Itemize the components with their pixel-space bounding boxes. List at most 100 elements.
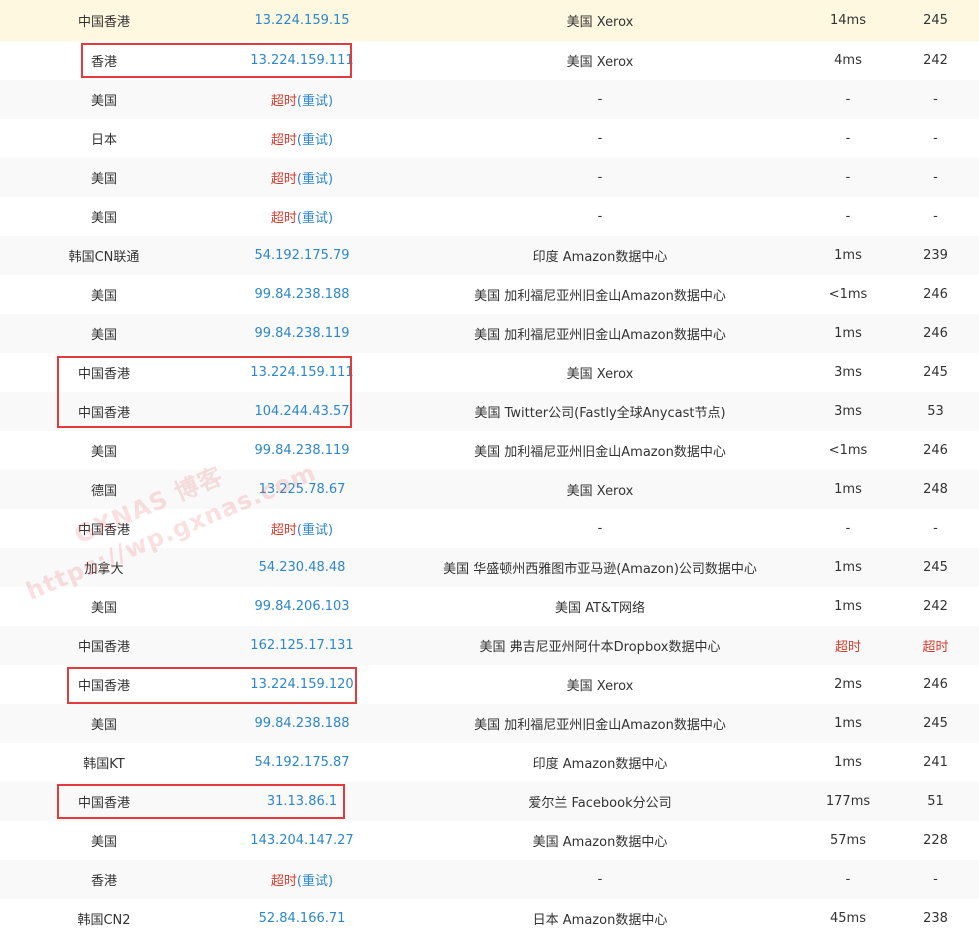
ttl: - — [933, 209, 938, 224]
node-location: 美国 — [90, 211, 117, 226]
latency: - — [845, 92, 851, 107]
table-row: 中国香港 162.125.17.131 美国 弗吉尼亚州阿什本Dropbox数据中心… — [0, 626, 979, 665]
retry-link[interactable]: 重试 — [302, 94, 328, 109]
latency: - — [845, 521, 851, 536]
resolved-location: 美国 加利福尼亚州旧金山Amazon数据中心 — [474, 289, 726, 304]
table-row: 美国 超时(重试) - - - — [0, 158, 979, 197]
latency: 1ms — [834, 755, 862, 770]
latency: 1ms — [834, 482, 862, 497]
ttl: 246 — [923, 326, 948, 341]
table-row: 美国 99.84.238.188 美国 加利福尼亚州旧金山Amazon数据中心 <1m… — [0, 275, 979, 314]
retry-paren: ) — [328, 523, 334, 538]
node-location: 中国香港 — [77, 406, 130, 421]
ip-address-link[interactable]: 99.84.238.119 — [208, 326, 396, 341]
node-location: 美国 — [90, 445, 117, 460]
table-row: 香港 超时(重试) - - - — [0, 860, 979, 899]
table-row: 美国 143.204.147.27 美国 Amazon数据中心 57ms 228 — [0, 821, 979, 860]
latency: 4ms — [834, 53, 862, 68]
timeout-label: 超时 — [270, 133, 297, 148]
ip-address-link[interactable]: 54.230.48.48 — [208, 560, 396, 575]
resolved-location: 美国 华盛顿州西雅图市亚马逊(Amazon)公司数据中心 — [443, 562, 757, 577]
retry-link[interactable]: 重试 — [302, 172, 328, 187]
table-row: 韩国KT 54.192.175.87 印度 Amazon数据中心 1ms 241 — [0, 743, 979, 782]
table-row: 中国香港 13.224.159.111 美国 Xerox 3ms 245 — [0, 353, 979, 392]
resolved-location: 美国 加利福尼亚州旧金山Amazon数据中心 — [474, 445, 726, 460]
node-location: 中国香港 — [77, 640, 130, 655]
ip-address-link[interactable]: 143.204.147.27 — [208, 833, 396, 848]
ip-address-link[interactable]: 13.224.159.15 — [208, 13, 396, 28]
retry-paren: ) — [328, 211, 334, 226]
table-row: 美国 99.84.238.119 美国 加利福尼亚州旧金山Amazon数据中心 <1m… — [0, 431, 979, 470]
latency: - — [845, 131, 851, 146]
table-row: 韩国CN2 52.84.166.71 日本 Amazon数据中心 45ms 238 — [0, 899, 979, 938]
ip-address-link[interactable]: 99.84.206.103 — [208, 599, 396, 614]
resolved-location: 美国 Xerox — [566, 15, 634, 30]
ttl: 246 — [923, 443, 948, 458]
ip-address-link[interactable]: 31.13.86.1 — [208, 794, 396, 809]
ip-address-link[interactable]: 52.84.166.71 — [208, 911, 396, 926]
retry-link[interactable]: 重试 — [302, 133, 328, 148]
ping-results-table: 中国香港 13.224.159.15 美国 Xerox 14ms 245 香港 13.224… — [0, 0, 979, 938]
resolved-location: - — [597, 131, 603, 146]
ip-address-link[interactable]: 13.224.159.111 — [208, 365, 396, 380]
latency: 57ms — [830, 833, 866, 848]
retry-paren: ) — [328, 94, 334, 109]
node-location: 中国香港 — [77, 367, 130, 382]
table-row: 美国 99.84.238.119 美国 加利福尼亚州旧金山Amazon数据中心 1ms… — [0, 314, 979, 353]
resolved-location: 美国 Twitter公司(Fastly全球Anycast节点) — [474, 406, 726, 421]
resolved-location: - — [597, 209, 603, 224]
ttl: 238 — [923, 911, 948, 926]
retry-paren: ) — [328, 172, 334, 187]
resolved-location: - — [597, 872, 603, 887]
latency: - — [845, 170, 851, 185]
ip-address-link[interactable]: 99.84.238.119 — [208, 443, 396, 458]
resolved-location: 美国 Xerox — [566, 55, 634, 70]
resolved-location: 美国 加利福尼亚州旧金山Amazon数据中心 — [474, 328, 726, 343]
resolved-location: - — [597, 170, 603, 185]
ip-address-link[interactable]: 13.224.159.111 — [208, 53, 396, 68]
node-location: 美国 — [90, 172, 117, 187]
ip-address-link[interactable]: 54.192.175.87 — [208, 755, 396, 770]
ip-address-link[interactable]: 99.84.238.188 — [208, 716, 396, 731]
latency: 2ms — [834, 677, 862, 692]
node-location: 韩国CN联通 — [68, 250, 140, 265]
retry-paren: ) — [328, 133, 334, 148]
ttl: - — [933, 170, 938, 185]
ip-address-link[interactable]: 162.125.17.131 — [208, 638, 396, 653]
ip-cell: 超时(重试) — [208, 519, 396, 538]
latency: 14ms — [830, 13, 866, 28]
ip-cell: 超时(重试) — [208, 129, 396, 148]
ip-cell: 超时(重试) — [208, 168, 396, 187]
ttl: 51 — [927, 794, 944, 809]
ttl: 242 — [923, 53, 948, 68]
node-location: 韩国CN2 — [77, 913, 131, 928]
latency: 1ms — [834, 326, 862, 341]
retry-paren: ) — [328, 874, 334, 889]
node-location: 美国 — [90, 94, 117, 109]
table-row: 中国香港 13.224.159.120 美国 Xerox 2ms 246 — [0, 665, 979, 704]
retry-link[interactable]: 重试 — [302, 874, 328, 889]
node-location: 香港 — [90, 874, 117, 889]
table-row: 美国 超时(重试) - - - — [0, 197, 979, 236]
ttl: 248 — [923, 482, 948, 497]
resolved-location: 美国 AT&T网络 — [554, 601, 646, 616]
ip-address-link[interactable]: 13.224.159.120 — [208, 677, 396, 692]
table-row: 中国香港 104.244.43.57 美国 Twitter公司(Fastly全球An… — [0, 392, 979, 431]
ip-address-link[interactable]: 104.244.43.57 — [208, 404, 396, 419]
ttl: 245 — [923, 560, 948, 575]
timeout-label: 超时 — [270, 211, 297, 226]
ttl: 超时 — [922, 640, 949, 655]
resolved-location: 美国 Amazon数据中心 — [532, 835, 668, 850]
ttl: 246 — [923, 677, 948, 692]
ip-address-link[interactable]: 54.192.175.79 — [208, 248, 396, 263]
retry-link[interactable]: 重试 — [302, 523, 328, 538]
ip-address-link[interactable]: 99.84.238.188 — [208, 287, 396, 302]
ttl: 241 — [923, 755, 948, 770]
retry-link[interactable]: 重试 — [302, 211, 328, 226]
ttl: 228 — [923, 833, 948, 848]
ttl: 245 — [923, 716, 948, 731]
node-location: 美国 — [90, 718, 117, 733]
ip-cell: 超时(重试) — [208, 207, 396, 226]
latency: 1ms — [834, 599, 862, 614]
latency: 1ms — [834, 716, 862, 731]
